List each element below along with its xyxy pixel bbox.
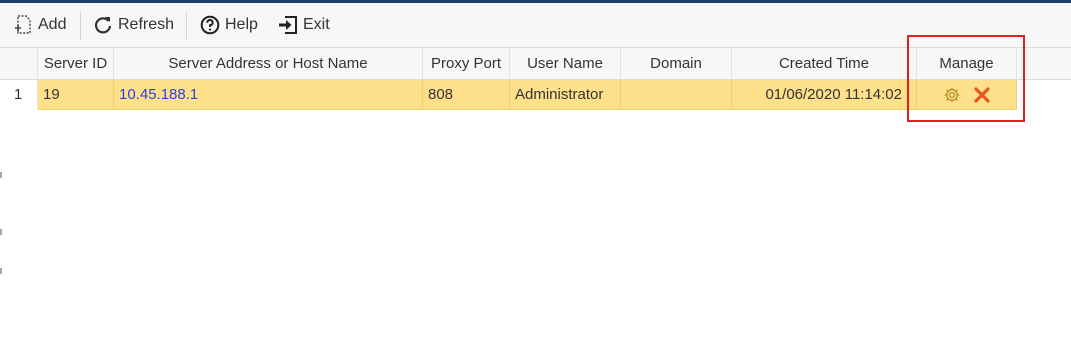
- left-edge-mark: [0, 229, 2, 235]
- left-edge-mark: [0, 268, 2, 274]
- cell-domain: [621, 80, 732, 110]
- cell-user-name: Administrator: [510, 80, 621, 110]
- column-header-created-time[interactable]: Created Time: [732, 48, 917, 79]
- left-edge-mark: [0, 172, 2, 178]
- column-header-server-address[interactable]: Server Address or Host Name: [114, 48, 423, 79]
- column-header-server-id[interactable]: Server ID: [38, 48, 114, 79]
- cell-created-time: 01/06/2020 11:14:02: [732, 80, 917, 110]
- help-button[interactable]: Help: [200, 12, 258, 38]
- refresh-button[interactable]: Refresh: [93, 12, 174, 38]
- add-icon: [15, 15, 31, 34]
- column-header-proxy-port[interactable]: Proxy Port: [423, 48, 510, 79]
- help-label: Help: [225, 16, 258, 33]
- row-number-header: [0, 48, 38, 79]
- toolbar-divider: [186, 12, 187, 40]
- column-header-user-name[interactable]: User Name: [510, 48, 621, 79]
- refresh-label: Refresh: [118, 16, 175, 33]
- row-number: 1: [0, 80, 38, 110]
- add-button[interactable]: Add: [13, 12, 66, 38]
- cell-server-address-link[interactable]: 10.45.188.1: [114, 80, 423, 110]
- exit-button[interactable]: Exit: [278, 12, 330, 38]
- table-row[interactable]: 1 19 10.45.188.1 808 Administrator 01/06…: [0, 80, 1017, 110]
- toolbar-divider: [80, 12, 81, 40]
- exit-icon: [279, 16, 297, 34]
- server-address-link[interactable]: 10.45.188.1: [119, 86, 198, 103]
- column-header-domain[interactable]: Domain: [621, 48, 732, 79]
- help-icon: [200, 15, 220, 35]
- cell-proxy-port: 808: [423, 80, 510, 110]
- manage-highlight-box: [907, 35, 1025, 122]
- refresh-icon: [94, 17, 112, 34]
- add-label: Add: [38, 16, 67, 33]
- cell-server-id: 19: [38, 80, 114, 110]
- exit-label: Exit: [303, 16, 330, 33]
